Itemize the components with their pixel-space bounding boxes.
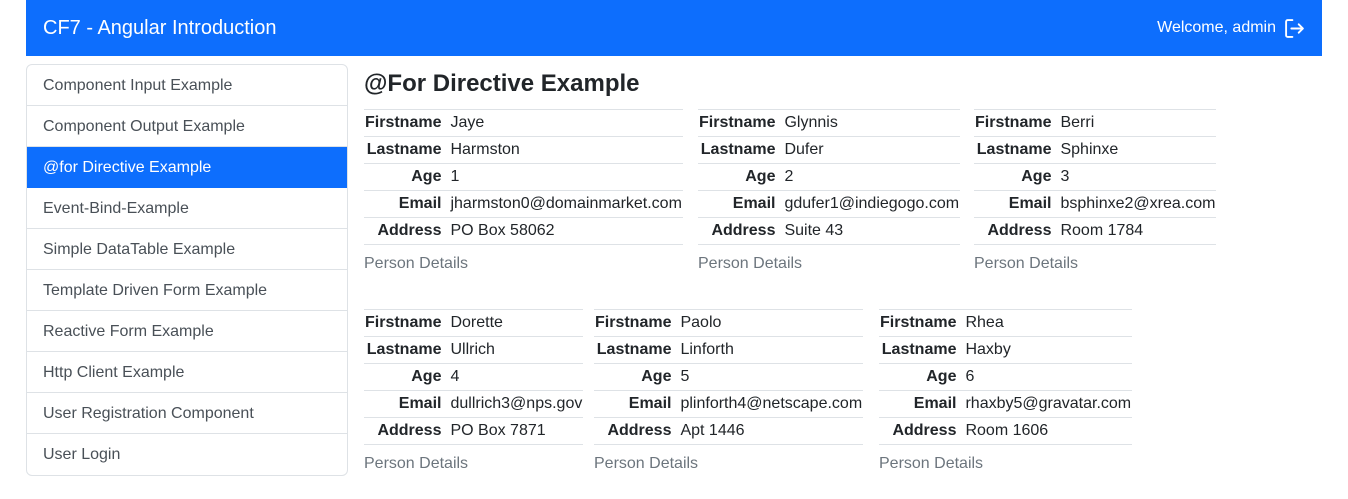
person-table: Firstname Rhea Lastname Haxby Age 6 Email rh… xyxy=(879,309,1133,445)
lastname-label: Lastname xyxy=(366,341,442,358)
person-details-link[interactable]: Person Details xyxy=(364,255,683,273)
sidebar-item-user-login[interactable]: User Login xyxy=(27,434,347,475)
email-label: Email xyxy=(398,395,442,412)
address-label: Address xyxy=(987,222,1052,239)
person-table: Firstname Glynnis Lastname Dufer Age 2 Emai… xyxy=(698,109,961,245)
address-value: Apt 1446 xyxy=(680,422,745,439)
lastname-value: Dufer xyxy=(784,141,824,158)
lastname-value: Ullrich xyxy=(450,341,495,358)
age-label: Age xyxy=(926,368,957,385)
app-brand[interactable]: CF7 - Angular Introduction xyxy=(43,17,276,40)
lastname-label: Lastname xyxy=(596,341,672,358)
person-details-link[interactable]: Person Details xyxy=(594,455,863,473)
firstname-label: Firstname xyxy=(365,114,442,131)
lastname-value: Harmston xyxy=(450,141,520,158)
person-card: Firstname Berri Lastname Sphinxe Age 3 Emai… xyxy=(974,109,1217,273)
lastname-label: Lastname xyxy=(976,141,1052,158)
age-value: 3 xyxy=(1060,168,1070,185)
sidebar-item-http-client[interactable]: Http Client Example xyxy=(27,352,347,393)
logout-icon[interactable] xyxy=(1284,18,1305,39)
address-value: PO Box 58062 xyxy=(450,222,555,239)
age-label: Age xyxy=(411,168,442,185)
sidebar-item-simple-datatable[interactable]: Simple DataTable Example xyxy=(27,229,347,270)
address-label: Address xyxy=(711,222,776,239)
firstname-label: Firstname xyxy=(880,314,957,331)
email-value: dullrich3@nps.gov xyxy=(450,395,583,412)
person-table: Firstname Dorette Lastname Ullrich Age 4 Em… xyxy=(364,309,584,445)
person-details-link[interactable]: Person Details xyxy=(879,455,1132,473)
age-value: 6 xyxy=(965,368,975,385)
person-card: Firstname Paolo Lastname Linforth Age 5 Ema… xyxy=(594,309,864,473)
page-title: @For Directive Example xyxy=(364,70,640,97)
email-value: rhaxby5@gravatar.com xyxy=(965,395,1132,412)
firstname-value: Rhea xyxy=(965,314,1004,331)
welcome-text: Welcome, admin xyxy=(1157,19,1276,36)
age-label: Age xyxy=(411,368,442,385)
lastname-label: Lastname xyxy=(700,141,776,158)
firstname-value: Glynnis xyxy=(784,114,838,131)
age-value: 5 xyxy=(680,368,690,385)
lastname-value: Sphinxe xyxy=(1060,141,1119,158)
sidebar-item-for-directive[interactable]: @for Directive Example xyxy=(27,147,347,188)
email-label: Email xyxy=(732,195,776,212)
sidebar-item-template-driven-form[interactable]: Template Driven Form Example xyxy=(27,270,347,311)
person-table: Firstname Paolo Lastname Linforth Age 5 Ema… xyxy=(594,309,864,445)
address-label: Address xyxy=(377,222,442,239)
sidebar-item-reactive-form[interactable]: Reactive Form Example xyxy=(27,311,347,352)
lastname-label: Lastname xyxy=(366,141,442,158)
email-label: Email xyxy=(398,195,442,212)
person-table: Firstname Berri Lastname Sphinxe Age 3 Emai… xyxy=(974,109,1217,245)
sidebar-nav: Component Input Example Component Output… xyxy=(26,64,348,476)
address-value: Suite 43 xyxy=(784,222,844,239)
email-value: gdufer1@indiegogo.com xyxy=(784,195,960,212)
firstname-value: Berri xyxy=(1060,114,1095,131)
firstname-value: Jaye xyxy=(450,114,485,131)
address-value: Room 1606 xyxy=(965,422,1049,439)
firstname-label: Firstname xyxy=(975,114,1052,131)
person-card: Firstname Jaye Lastname Harmston Age 1 Emai… xyxy=(364,109,683,273)
email-label: Email xyxy=(913,395,957,412)
address-label: Address xyxy=(377,422,442,439)
person-table: Firstname Jaye Lastname Harmston Age 1 Emai… xyxy=(364,109,683,245)
address-label: Address xyxy=(607,422,672,439)
person-card: Firstname Dorette Lastname Ullrich Age 4 Em… xyxy=(364,309,584,473)
sidebar-item-user-registration[interactable]: User Registration Component xyxy=(27,393,347,434)
age-value: 2 xyxy=(784,168,794,185)
person-card: Firstname Glynnis Lastname Dufer Age 2 Emai… xyxy=(698,109,961,273)
firstname-label: Firstname xyxy=(365,314,442,331)
age-label: Age xyxy=(641,368,672,385)
firstname-label: Firstname xyxy=(699,114,776,131)
email-label: Email xyxy=(1008,195,1052,212)
email-value: jharmston0@domainmarket.com xyxy=(450,195,682,212)
person-details-link[interactable]: Person Details xyxy=(974,255,1216,273)
address-label: Address xyxy=(892,422,957,439)
address-value: Room 1784 xyxy=(1060,222,1144,239)
age-value: 1 xyxy=(450,168,460,185)
person-details-link[interactable]: Person Details xyxy=(698,255,960,273)
person-card: Firstname Rhea Lastname Haxby Age 6 Email rh… xyxy=(879,309,1133,473)
firstname-value: Dorette xyxy=(450,314,503,331)
email-label: Email xyxy=(628,395,672,412)
email-value: bsphinxe2@xrea.com xyxy=(1060,195,1216,212)
lastname-value: Haxby xyxy=(965,341,1011,358)
age-label: Age xyxy=(745,168,776,185)
email-value: plinforth4@netscape.com xyxy=(680,395,863,412)
lastname-label: Lastname xyxy=(881,341,957,358)
top-navbar: CF7 - Angular Introduction Welcome, admi… xyxy=(26,0,1322,56)
lastname-value: Linforth xyxy=(680,341,734,358)
age-value: 4 xyxy=(450,368,460,385)
person-details-link[interactable]: Person Details xyxy=(364,455,583,473)
address-value: PO Box 7871 xyxy=(450,422,546,439)
age-label: Age xyxy=(1021,168,1052,185)
sidebar-item-event-bind[interactable]: Event-Bind-Example xyxy=(27,188,347,229)
firstname-value: Paolo xyxy=(680,314,722,331)
welcome-area[interactable]: Welcome, admin xyxy=(1157,18,1305,39)
firstname-label: Firstname xyxy=(595,314,672,331)
sidebar-item-component-input[interactable]: Component Input Example xyxy=(27,65,347,106)
sidebar-item-component-output[interactable]: Component Output Example xyxy=(27,106,347,147)
